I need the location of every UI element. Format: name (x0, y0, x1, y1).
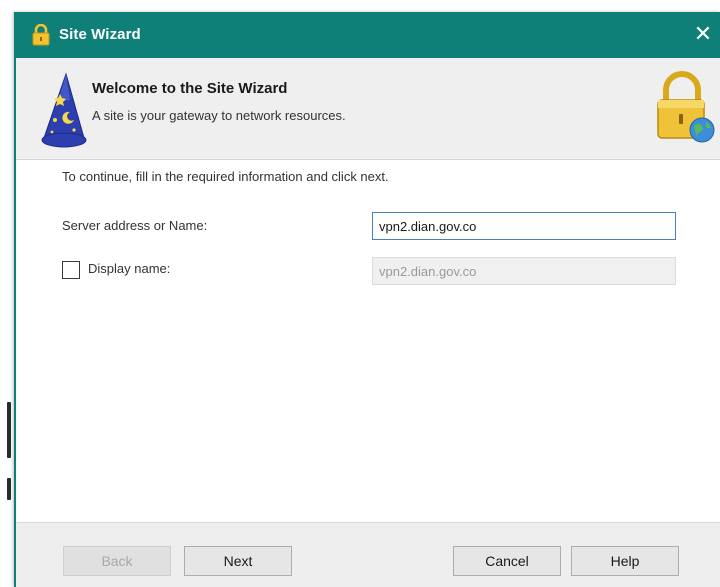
wizard-header: Welcome to the Site Wizard A site is you… (16, 58, 720, 160)
edge-mark (7, 478, 11, 500)
lock-globe-icon (657, 71, 715, 143)
button-bar: Back Next Cancel Help (16, 522, 720, 587)
next-button[interactable]: Next (184, 546, 292, 576)
edge-mark (7, 402, 11, 458)
server-address-input[interactable] (372, 212, 676, 240)
background-window-edge (0, 0, 14, 587)
server-address-label: Server address or Name: (62, 218, 208, 233)
display-name-label: Display name: (88, 261, 171, 276)
wizard-subheading: A site is your gateway to network resour… (92, 108, 346, 123)
wizard-hat-icon (41, 72, 87, 148)
cancel-button[interactable]: Cancel (453, 546, 561, 576)
display-name-checkbox[interactable] (62, 261, 80, 279)
close-button[interactable]: ✕ (686, 12, 720, 58)
instructions-text: To continue, fill in the required inform… (62, 169, 389, 184)
title-bar[interactable]: Site Wizard ✕ (16, 12, 720, 58)
back-button: Back (63, 546, 171, 576)
lock-icon (32, 24, 50, 46)
help-button[interactable]: Help (571, 546, 679, 576)
wizard-heading: Welcome to the Site Wizard (92, 80, 288, 97)
site-wizard-dialog: Site Wizard ✕ Welcome to the Site Wizard… (14, 12, 720, 587)
window-title: Site Wizard (59, 26, 141, 43)
display-name-input (372, 257, 676, 285)
screen: Site Wizard ✕ Welcome to the Site Wizard… (0, 0, 720, 587)
